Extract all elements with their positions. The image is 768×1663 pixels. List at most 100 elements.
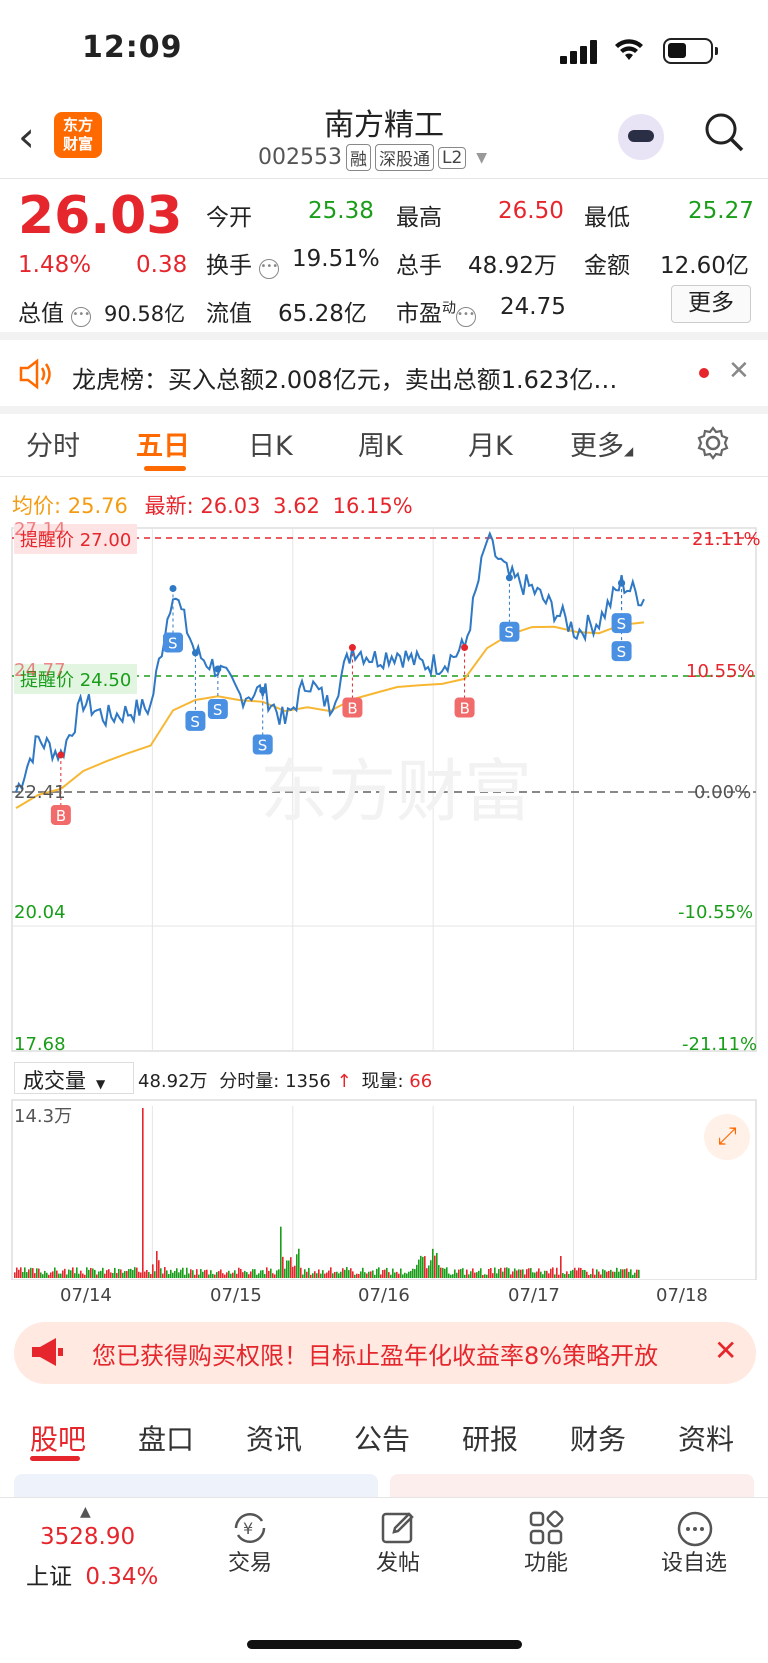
volume-bar: [324, 1273, 326, 1278]
volume-bar: [436, 1252, 438, 1278]
volume-bar: [410, 1270, 412, 1278]
trade-icon[interactable]: ¥: [230, 1510, 270, 1550]
volume-bar: [586, 1271, 588, 1278]
volume-bar: [74, 1273, 76, 1278]
search-icon[interactable]: [704, 112, 744, 152]
volume-bar: [374, 1274, 376, 1278]
signal-icon: [560, 40, 598, 64]
volume-bar: [326, 1272, 328, 1278]
tab-more[interactable]: 更多◢: [570, 424, 633, 463]
volume-bar: [54, 1267, 56, 1278]
edit-icon[interactable]: [380, 1510, 418, 1550]
volume-bar: [290, 1257, 292, 1278]
volume-bar: [56, 1270, 58, 1278]
post-label[interactable]: 发帖: [348, 1545, 448, 1577]
turnover-label: 换手 •••: [206, 253, 280, 279]
tab-research[interactable]: 研报: [462, 1418, 518, 1458]
volume-bar: [272, 1273, 274, 1278]
volume-bar: [174, 1270, 176, 1278]
volume-bar: [286, 1260, 288, 1278]
tab-announcements[interactable]: 公告: [354, 1418, 410, 1458]
tag-connect: 深股通: [374, 144, 434, 171]
svg-text:S: S: [168, 634, 178, 652]
volume-bar: [556, 1267, 558, 1278]
tab-news[interactable]: 资讯: [246, 1418, 302, 1458]
volume-bar: [386, 1267, 388, 1278]
volume-bar: [26, 1272, 28, 1278]
volume-bar: [44, 1270, 46, 1278]
volume-bar: [58, 1273, 60, 1278]
assistant-avatar-icon[interactable]: [618, 114, 664, 160]
svg-text:S: S: [213, 701, 223, 719]
volume-bar: [618, 1271, 620, 1278]
megaphone-icon: [30, 1336, 64, 1372]
chevron-down-icon[interactable]: ▼: [476, 150, 487, 166]
close-icon[interactable]: ✕: [728, 356, 750, 386]
volume-bar: [276, 1270, 278, 1278]
volume-bar: [80, 1270, 82, 1278]
expand-icon[interactable]: ⤢: [704, 1114, 750, 1160]
volume-bar: [446, 1267, 448, 1278]
tab-monthly-k[interactable]: 月K: [468, 424, 513, 463]
trade-label[interactable]: 交易: [200, 1545, 300, 1577]
volume-bar: [150, 1274, 152, 1278]
volume-bar: [108, 1269, 110, 1278]
volume-bar: [500, 1267, 502, 1278]
stock-subline: 002553 融 深股通 L2 ▼: [258, 144, 487, 171]
promo-banner[interactable]: 您已获得购买权限！目标止盈年化收益率8%策略开放 ✕: [14, 1322, 756, 1384]
grid-icon[interactable]: [528, 1510, 564, 1550]
volume-bar: [208, 1274, 210, 1278]
volume-bar: [92, 1268, 94, 1278]
volume-bar: [246, 1272, 248, 1278]
volume-bar: [314, 1271, 316, 1278]
volume-bar: [252, 1269, 254, 1278]
svg-text:B: B: [347, 700, 357, 718]
functions-label[interactable]: 功能: [496, 1545, 596, 1577]
volume-bar: [504, 1267, 506, 1278]
settings-gear-icon[interactable]: [696, 426, 730, 464]
tab-guba[interactable]: 股吧: [30, 1418, 86, 1458]
volume-bar: [378, 1267, 380, 1278]
volume-bar: [498, 1269, 500, 1278]
volume-bar: [262, 1270, 264, 1278]
amount-label: 金额: [584, 253, 630, 279]
volume-bar: [128, 1269, 130, 1278]
divider: [0, 178, 768, 179]
volume-bar: [348, 1270, 350, 1278]
volume-bar: [448, 1273, 450, 1278]
volume-bar: [96, 1274, 98, 1278]
notice-text[interactable]: 龙虎榜：买入总额2.008亿元，卖出总额1.623亿…: [72, 360, 672, 395]
index-value[interactable]: 3528.90: [40, 1524, 135, 1550]
volume-bar: [114, 1267, 116, 1278]
pe-label: 市盈动•••: [396, 300, 476, 327]
price-chart[interactable]: 东方财富 BSSSSB BSSS: [0, 520, 768, 1060]
volume-bar: [212, 1273, 214, 1278]
indicator-selector[interactable]: 成交量 ▼: [14, 1062, 134, 1094]
volume-chart[interactable]: [0, 1098, 768, 1280]
tab-finance[interactable]: 财务: [570, 1418, 626, 1458]
more-dots-icon: •••: [456, 307, 476, 327]
volume-bar: [584, 1269, 586, 1278]
pct-label-top: 21.11%: [692, 529, 761, 550]
volume-bar: [140, 1272, 142, 1278]
latest-price: 26.03: [200, 494, 261, 518]
volume-bar: [144, 1271, 146, 1278]
volume-bar: [258, 1273, 260, 1278]
close-icon[interactable]: ✕: [714, 1334, 737, 1367]
index-name[interactable]: 上证 0.34%: [26, 1557, 158, 1591]
add-watchlist-label[interactable]: 设自选: [644, 1545, 744, 1577]
open-value: 25.38: [308, 198, 374, 224]
tab-profile[interactable]: 资料: [678, 1418, 734, 1458]
tab-five-day[interactable]: 五日: [136, 424, 190, 463]
status-bar: 12:09: [0, 0, 768, 100]
volume-bar: [624, 1269, 626, 1278]
tab-weekly-k[interactable]: 周K: [358, 424, 403, 463]
volume-bar: [36, 1268, 38, 1278]
tab-intraday[interactable]: 分时: [26, 424, 80, 463]
volume-bar: [60, 1273, 62, 1278]
volume-bar: [18, 1269, 20, 1278]
volume-bar: [78, 1273, 80, 1278]
tab-daily-k[interactable]: 日K: [248, 424, 293, 463]
more-quote-button[interactable]: 更多: [671, 285, 751, 323]
tab-pankou[interactable]: 盘口: [138, 1418, 194, 1458]
